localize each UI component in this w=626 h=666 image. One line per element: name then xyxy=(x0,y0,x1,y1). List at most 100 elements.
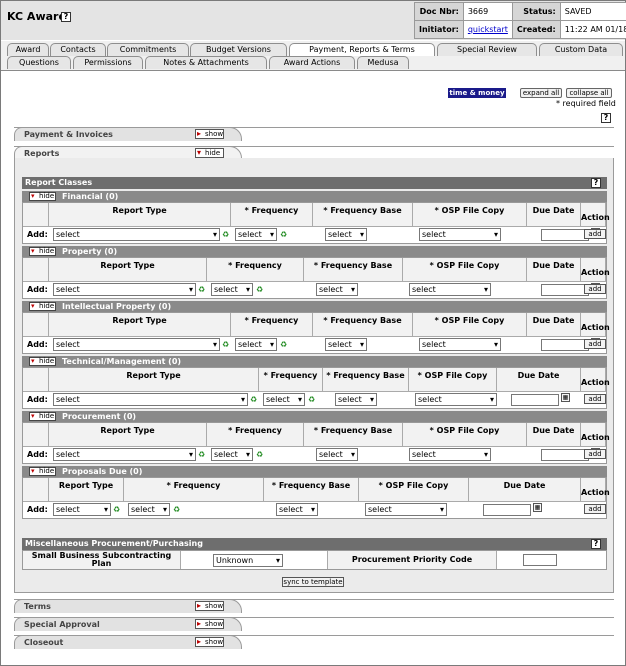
tab-custom-data[interactable]: Custom Data xyxy=(539,43,623,56)
hide-button[interactable]: hide xyxy=(29,302,56,311)
hide-button[interactable]: hide xyxy=(29,467,56,476)
report-type-select[interactable]: select xyxy=(53,503,111,516)
osp-file-copy-header: * OSP File Copy xyxy=(359,478,469,502)
add-row-label: Add: xyxy=(27,505,48,514)
frequency-base-select[interactable]: select xyxy=(316,283,358,296)
due-date-header: Due Date xyxy=(469,478,581,502)
tab-award-actions[interactable]: Award Actions xyxy=(269,56,355,69)
add-column-header xyxy=(23,368,49,392)
tab-questions[interactable]: Questions xyxy=(7,56,71,69)
frequency-base-select[interactable]: select xyxy=(316,448,358,461)
expand-all-button[interactable]: expand all xyxy=(520,88,562,98)
lookup-icon[interactable]: ♻ xyxy=(173,505,184,514)
lookup-icon[interactable]: ♻ xyxy=(256,450,267,459)
time-money-button[interactable]: time & money xyxy=(448,88,506,98)
sync-to-template-button[interactable]: sync to template xyxy=(282,577,344,587)
frequency-base-select[interactable]: select xyxy=(325,338,367,351)
section-payment-invoices: Payment & Invoices show xyxy=(14,127,614,141)
add-button[interactable]: add xyxy=(584,504,606,514)
tab-medusa[interactable]: Medusa xyxy=(357,56,409,69)
tab-commitments[interactable]: Commitments xyxy=(107,43,189,56)
frequency-base-select[interactable]: select xyxy=(276,503,318,516)
report-type-select[interactable]: select xyxy=(53,393,248,406)
show-button[interactable]: show xyxy=(195,129,224,139)
osp-file-copy-select[interactable]: select xyxy=(419,338,501,351)
help-icon[interactable]: ? xyxy=(591,178,601,188)
section-special-approval: Special Approval show xyxy=(14,617,614,631)
lookup-icon[interactable]: ♻ xyxy=(222,340,233,349)
add-button[interactable]: add xyxy=(584,394,606,404)
hide-button[interactable]: hide xyxy=(29,192,56,201)
frequency-select[interactable]: select xyxy=(128,503,170,516)
report-type-select[interactable]: select xyxy=(53,448,196,461)
lookup-icon[interactable]: ♻ xyxy=(256,285,267,294)
frequency-select[interactable]: select xyxy=(211,283,253,296)
lookup-icon[interactable]: ♻ xyxy=(113,505,124,514)
osp-file-copy-select[interactable]: select xyxy=(409,283,491,296)
tab-payment-reports-terms[interactable]: Payment, Reports & Terms xyxy=(289,43,435,56)
lookup-icon[interactable]: ♻ xyxy=(250,395,261,404)
due-date-input[interactable] xyxy=(483,504,531,516)
help-icon[interactable]: ? xyxy=(591,539,601,549)
tab-notes-attachments[interactable]: Notes & Attachments xyxy=(145,56,267,69)
hide-button[interactable]: hide xyxy=(195,148,224,158)
osp-file-copy-select[interactable]: select xyxy=(415,393,497,406)
osp-file-copy-select[interactable]: select xyxy=(365,503,447,516)
frequency-header: * Frequency xyxy=(259,368,323,392)
report-classes-header: Report Classes ? xyxy=(22,177,607,189)
show-button[interactable]: show xyxy=(195,601,224,611)
add-button[interactable]: add xyxy=(584,339,606,349)
initiator-link[interactable]: quickstart xyxy=(468,25,508,34)
hide-button[interactable]: hide xyxy=(29,412,56,421)
help-icon[interactable]: ? xyxy=(61,12,71,22)
osp-file-copy-select[interactable]: select xyxy=(419,228,501,241)
frequency-select[interactable]: select xyxy=(211,448,253,461)
due-date-input[interactable] xyxy=(511,394,559,406)
tab-special-review[interactable]: Special Review xyxy=(437,43,537,56)
due-date-input[interactable] xyxy=(541,284,589,296)
initiator-label: Initiator: xyxy=(414,20,464,39)
hide-button[interactable]: hide xyxy=(29,247,56,256)
frequency-select[interactable]: select xyxy=(263,393,305,406)
frequency-select[interactable]: select xyxy=(235,338,277,351)
report-type-select[interactable]: select xyxy=(53,338,220,351)
osp-file-copy-select[interactable]: select xyxy=(409,448,491,461)
lookup-icon[interactable]: ♻ xyxy=(198,450,209,459)
frequency-select[interactable]: select xyxy=(235,228,277,241)
tab-permissions[interactable]: Permissions xyxy=(73,56,143,69)
frequency-base-select[interactable]: select xyxy=(335,393,377,406)
add-row-label: Add: xyxy=(27,340,48,349)
lookup-icon[interactable]: ♻ xyxy=(222,230,233,239)
frequency-base-select[interactable]: select xyxy=(325,228,367,241)
show-button[interactable]: show xyxy=(195,619,224,629)
help-icon[interactable]: ? xyxy=(601,113,611,123)
lookup-icon[interactable]: ♻ xyxy=(198,285,209,294)
lookup-icon[interactable]: ♻ xyxy=(280,340,291,349)
collapse-all-button[interactable]: collapse all xyxy=(566,88,612,98)
calendar-icon[interactable]: ▦ xyxy=(533,503,542,512)
add-button[interactable]: add xyxy=(584,284,606,294)
add-button[interactable]: add xyxy=(584,229,606,239)
add-row-label: Add: xyxy=(27,450,48,459)
ppc-input[interactable] xyxy=(523,554,557,566)
section-label: Payment & Invoices xyxy=(24,130,113,139)
due-date-input[interactable] xyxy=(541,229,589,241)
add-column-header xyxy=(23,313,49,337)
report-type-select[interactable]: select xyxy=(53,283,196,296)
tab-budget-versions[interactable]: Budget Versions xyxy=(190,43,287,56)
report-type-select[interactable]: select xyxy=(53,228,220,241)
tab-contacts[interactable]: Contacts xyxy=(50,43,106,56)
add-column-header xyxy=(23,423,49,447)
calendar-icon[interactable]: ▦ xyxy=(561,393,570,402)
sbsp-select[interactable]: Unknown xyxy=(213,554,283,567)
due-date-header: Due Date xyxy=(497,368,581,392)
due-date-input[interactable] xyxy=(541,339,589,351)
show-button[interactable]: show xyxy=(195,637,224,647)
due-date-input[interactable] xyxy=(541,449,589,461)
lookup-icon[interactable]: ♻ xyxy=(280,230,291,239)
add-button[interactable]: add xyxy=(584,449,606,459)
add-column-header xyxy=(23,203,49,227)
tab-award[interactable]: Award xyxy=(7,43,49,56)
hide-button[interactable]: hide xyxy=(29,357,56,366)
lookup-icon[interactable]: ♻ xyxy=(308,395,319,404)
